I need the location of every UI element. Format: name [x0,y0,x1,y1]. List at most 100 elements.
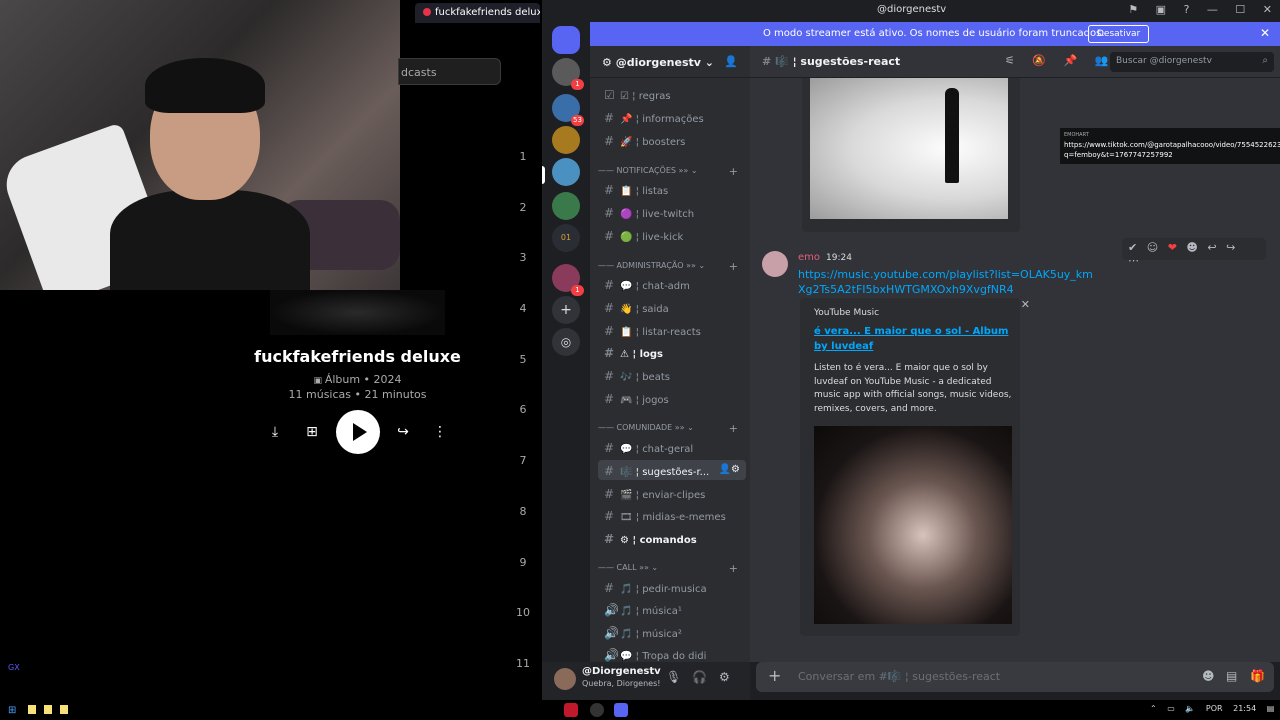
discord-taskbar-icon[interactable] [614,703,628,717]
pin-icon[interactable]: 📌 [1064,54,1078,67]
sticky-note-icon[interactable] [44,705,52,714]
channel-item[interactable]: # 🎬 ¦ enviar-clipes [598,483,746,503]
channel-item[interactable]: ☑ ☑ ¦ regras [598,84,746,104]
search-input[interactable]: Buscar @diorgenestv ⌕ [1110,52,1274,72]
image-attachment[interactable] [810,78,1008,219]
server-icon[interactable]: 53 [552,94,584,126]
check-reaction-icon[interactable]: ✔ [1128,241,1137,254]
image-figure [945,88,959,183]
disable-streamer-button[interactable]: Desativar [1088,25,1150,43]
play-button[interactable] [336,410,380,454]
app-taskbar-icon[interactable] [590,703,604,717]
youtube-search-input[interactable]: dcasts [398,58,501,85]
channel-item[interactable]: # ⚠ ¦ logs [598,342,746,362]
add-channel-icon[interactable]: + [729,422,738,435]
sticky-note-icon[interactable] [60,705,68,714]
maximize-icon[interactable]: ☐ [1235,3,1245,16]
channel-item[interactable]: # 🎶 ¦ beats [598,365,746,385]
network-icon[interactable]: ▭ [1167,704,1175,713]
notifications-icon[interactable]: ▤ [1267,704,1275,713]
channel-item-active[interactable]: # 🎼 ¦ sugestões-r... 👤⚙ [598,460,746,480]
voice-channel-item[interactable]: 🔊💬 ¦ Tropa do didi [598,644,746,662]
minimize-icon[interactable]: — [1207,3,1218,16]
voice-channel-item[interactable]: 🔊🎵 ¦ música² [598,622,746,642]
banner-close-icon[interactable]: ✕ [1260,26,1270,40]
help-icon[interactable]: ? [1184,3,1190,16]
reply-icon[interactable]: ↩ [1207,241,1216,254]
language-indicator[interactable]: POR [1206,704,1223,713]
add-reaction-icon[interactable]: ☻ [1186,241,1197,254]
invite-icon[interactable]: 👤 [724,55,738,68]
channel-settings-icon[interactable]: 👤⚙ [719,464,740,475]
add-channel-icon[interactable]: + [729,562,738,575]
download-icon[interactable]: ⤓ [263,420,287,444]
server-icon[interactable]: 01 [552,224,580,252]
headphones-icon[interactable]: 🎧 [692,670,707,684]
server-icon[interactable]: 1 [552,58,584,90]
channel-item[interactable]: # 📌 ¦ informações [598,107,746,127]
opera-gx-taskbar-icon[interactable] [564,703,578,717]
embed-title[interactable]: é vera... E maior que o sol - Album by l… [814,324,1014,354]
close-window-icon[interactable]: ✕ [1263,3,1272,16]
gift-icon[interactable]: 🎁 [1250,669,1265,683]
microphone-icon[interactable]: 🎙 [666,670,681,684]
overlay-text: https://www.tiktok.com/@garotapalhacooo/… [1064,141,1280,159]
channel-item[interactable]: # 🎞 ¦ midias-e-memes [598,505,746,525]
add-channel-icon[interactable]: + [729,260,738,273]
embed-thumbnail[interactable] [814,426,1012,624]
inbox-icon[interactable]: ⚑ [1128,3,1138,16]
channel-item[interactable]: # ⚙ ¦ comandos [598,528,746,548]
server-icon[interactable] [552,126,580,154]
channel-item[interactable]: # 🎵 ¦ pedir-musica [598,577,746,597]
hash-icon: # [604,301,615,315]
forward-icon[interactable]: ↪ [1226,241,1235,254]
channel-item[interactable]: # 🟣 ¦ live-twitch [598,202,746,222]
server-icon[interactable] [552,192,580,220]
tray-chevron-icon[interactable]: ⌃ [1150,704,1157,713]
volume-icon[interactable]: 🔈 [1185,704,1195,713]
more-options-icon[interactable]: ⋮ [428,420,452,444]
clock[interactable]: 21:54 [1233,704,1256,713]
add-server-icon[interactable]: + [552,296,580,324]
emoji-reaction-icon[interactable]: ☺ [1147,241,1158,254]
sticker-icon[interactable]: ▤ [1226,669,1237,683]
settings-gear-icon[interactable]: ⚙ [719,670,730,684]
heart-reaction-icon[interactable]: ❤ [1168,241,1177,254]
channel-item[interactable]: # 🚀 ¦ boosters [598,130,746,150]
message-author[interactable]: emo [798,252,820,263]
more-icon[interactable]: ⋯ [1128,254,1139,267]
channel-item[interactable]: # 💬 ¦ chat-adm [598,274,746,294]
message-composer[interactable]: + Conversar em #🎼 ¦ sugestões-react ☻ ▤ … [756,662,1274,692]
save-library-icon[interactable]: ⊞ [300,420,324,444]
server-icon[interactable] [552,158,580,186]
composer-placeholder[interactable]: Conversar em #🎼 ¦ sugestões-react [798,670,1000,683]
sticky-note-icon[interactable] [28,705,36,714]
browser-tab-youtube[interactable]: fuckfakefriends deluxe - Á [415,3,540,23]
explore-icon[interactable]: ◎ [552,328,580,356]
channel-item[interactable]: # 👋 ¦ saida [598,297,746,317]
channel-item[interactable]: # 🎮 ¦ jogos [598,388,746,408]
avatar[interactable] [762,251,788,277]
channel-item[interactable]: # 💬 ¦ chat-geral [598,437,746,457]
message-link[interactable]: https://music.youtube.com/playlist?list=… [798,267,1098,297]
voice-channel-item[interactable]: 🔊🎵 ¦ música¹ [598,599,746,619]
notifications-off-icon[interactable]: 🔕 [1032,54,1046,67]
screen-icon[interactable]: ▣ [1156,3,1166,16]
add-channel-icon[interactable]: + [729,165,738,178]
share-icon[interactable]: ↪ [391,420,415,444]
browser-corner-label: GX [8,663,20,672]
attach-plus-icon[interactable]: + [768,666,781,685]
member-list-icon[interactable]: 👥 [1095,54,1109,67]
server-icon[interactable]: 1 [552,264,584,296]
server-name: @diorgenestv [615,56,701,69]
windows-start-icon[interactable]: ⊞ [8,705,16,716]
remove-embed-icon[interactable]: ✕ [1021,298,1030,311]
server-name-header[interactable]: ⚙ @diorgenestv ⌄ 👤 [590,46,750,78]
channel-item[interactable]: # 📋 ¦ listas [598,179,746,199]
channel-item[interactable]: # 🟢 ¦ live-kick [598,225,746,245]
emoji-picker-icon[interactable]: ☻ [1202,669,1215,683]
avatar[interactable] [554,668,576,690]
threads-icon[interactable]: ⚟ [1005,54,1015,67]
channel-item[interactable]: # 📋 ¦ listar-reacts [598,320,746,340]
discord-home-icon[interactable] [552,26,580,54]
